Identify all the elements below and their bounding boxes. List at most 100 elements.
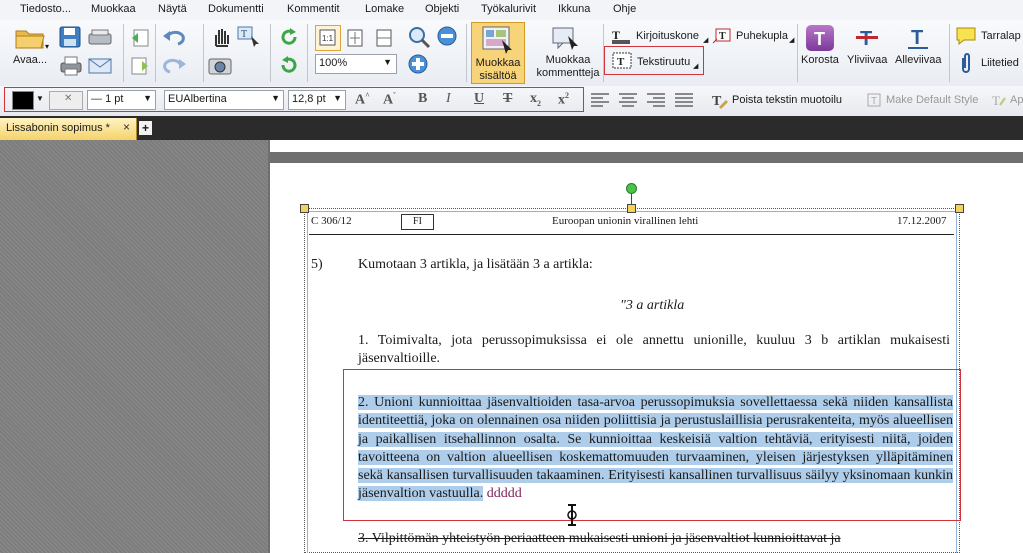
menu-view[interactable]: Näytä bbox=[158, 3, 187, 15]
justify-icon[interactable] bbox=[674, 93, 694, 107]
divider bbox=[466, 24, 467, 82]
paragraph-2[interactable]: 2. Unioni kunnioittaa jäsenvaltioiden ta… bbox=[358, 394, 953, 504]
open-folder-icon[interactable] bbox=[14, 26, 46, 50]
underline-label[interactable]: Alleviivaa bbox=[895, 54, 941, 66]
rotate-handle[interactable] bbox=[626, 183, 637, 194]
scanner-icon[interactable] bbox=[88, 28, 114, 46]
select-text-icon[interactable]: T bbox=[237, 26, 263, 48]
typewriter-label[interactable]: Kirjoituskone bbox=[636, 30, 699, 42]
typewriter-icon[interactable]: T bbox=[610, 27, 632, 45]
align-left-icon[interactable] bbox=[590, 93, 610, 107]
document-tab-bar bbox=[0, 116, 1023, 140]
sticky-note-icon[interactable] bbox=[955, 26, 977, 46]
superscript-icon[interactable]: x2 bbox=[558, 91, 569, 109]
fit-width-icon[interactable] bbox=[373, 27, 395, 49]
chevron-down-icon[interactable]: ▾ bbox=[45, 42, 49, 51]
underline-icon[interactable]: T bbox=[904, 25, 932, 51]
bold-icon[interactable]: B bbox=[418, 91, 427, 107]
divider bbox=[270, 24, 271, 82]
attach-file-label[interactable]: Liitetied bbox=[981, 57, 1019, 69]
highlight-icon[interactable]: T bbox=[806, 25, 834, 51]
fit-page-icon[interactable] bbox=[344, 27, 366, 49]
highlight-label[interactable]: Korosta bbox=[801, 54, 839, 66]
header-rule bbox=[309, 234, 954, 235]
document-tab[interactable]: Lissabonin sopimus * × bbox=[0, 118, 137, 140]
resize-handle[interactable] bbox=[955, 204, 964, 213]
apply-style-label[interactable]: Ap bbox=[1010, 94, 1023, 106]
menu-help[interactable]: Ohje bbox=[613, 3, 636, 15]
zoom-value: 100% bbox=[319, 57, 348, 69]
page-header-date: 17.12.2007 bbox=[897, 215, 947, 227]
divider bbox=[155, 24, 156, 82]
selected-text[interactable]: 2. Unioni kunnioittaa jäsenvaltioiden ta… bbox=[358, 395, 953, 502]
apply-style-icon[interactable]: T bbox=[990, 91, 1008, 109]
menu-toolbars[interactable]: Työkalurivit bbox=[481, 3, 536, 15]
remove-format-label[interactable]: Poista tekstin muotoilu bbox=[732, 94, 842, 106]
font-name-select[interactable]: EUAlbertina ▼ bbox=[164, 90, 284, 110]
make-default-style-label[interactable]: Make Default Style bbox=[886, 94, 978, 106]
resize-handle[interactable] bbox=[300, 204, 309, 213]
line-width-select[interactable]: — 1 pt ▼ bbox=[87, 90, 156, 110]
svg-text:T: T bbox=[617, 56, 625, 68]
document-tab-title: Lissabonin sopimus * bbox=[6, 122, 110, 134]
make-default-style-icon[interactable]: T bbox=[866, 91, 884, 109]
align-center-icon[interactable] bbox=[618, 93, 638, 107]
menu-document[interactable]: Dokumentti bbox=[208, 3, 264, 15]
open-button-label[interactable]: Avaa... bbox=[13, 54, 47, 66]
redo-icon[interactable] bbox=[162, 56, 188, 74]
menu-edit[interactable]: Muokkaa bbox=[91, 3, 136, 15]
subscript-icon[interactable]: x2 bbox=[530, 91, 541, 108]
zoom-select[interactable]: 100% ▼ bbox=[315, 54, 397, 74]
increase-font-size-icon[interactable]: A^ bbox=[355, 91, 370, 109]
remove-format-icon[interactable]: T bbox=[710, 91, 728, 109]
textbox-label[interactable]: Tekstiruutu bbox=[637, 56, 690, 68]
strikethrough-format-icon[interactable]: T bbox=[503, 91, 512, 107]
zoom-in-icon[interactable] bbox=[407, 53, 429, 75]
close-tab-icon[interactable]: × bbox=[123, 120, 130, 134]
divider bbox=[203, 24, 204, 82]
menu-comments[interactable]: Kommentit bbox=[287, 3, 340, 15]
strikeout-label[interactable]: Yliviivaa bbox=[847, 54, 887, 66]
decrease-font-size-icon[interactable]: Aˇ bbox=[383, 91, 396, 109]
italic-icon[interactable]: I bbox=[446, 91, 451, 107]
chevron-down-icon: ▼ bbox=[143, 93, 152, 103]
menu-form[interactable]: Lomake bbox=[365, 3, 404, 15]
add-tab-icon[interactable]: + bbox=[139, 121, 152, 135]
menu-window[interactable]: Ikkuna bbox=[558, 3, 590, 15]
menu-object[interactable]: Objekti bbox=[425, 3, 459, 15]
page-back-icon[interactable] bbox=[130, 28, 150, 48]
edit-comments-label[interactable]: Muokkaa kommentteja bbox=[533, 54, 603, 80]
rotate-clockwise-icon[interactable] bbox=[278, 26, 300, 48]
zoom-in-tool-icon[interactable] bbox=[407, 25, 431, 49]
hand-tool-icon[interactable] bbox=[210, 26, 232, 48]
fill-color-swatch[interactable]: ✕ bbox=[49, 91, 83, 110]
page-header-title: Euroopan unionin virallinen lehti bbox=[552, 215, 699, 227]
edit-content-button[interactable]: Muokkaa sisältöä bbox=[471, 22, 525, 84]
sticky-note-label[interactable]: Tarralap bbox=[981, 30, 1021, 42]
resize-handle[interactable] bbox=[627, 204, 636, 213]
callout-label[interactable]: Puhekupla bbox=[736, 30, 788, 42]
save-icon[interactable] bbox=[59, 26, 81, 48]
menu-file[interactable]: Tiedosto... bbox=[20, 3, 71, 15]
undo-icon[interactable] bbox=[162, 28, 188, 46]
divider bbox=[949, 24, 950, 82]
chevron-down-icon[interactable]: ▼ bbox=[36, 94, 44, 103]
zoom-out-icon[interactable] bbox=[436, 25, 458, 47]
font-size-select[interactable]: 12,8 pt ▼ bbox=[288, 90, 346, 110]
line-width-value: 1 pt bbox=[105, 93, 124, 105]
actual-size-icon[interactable]: 1:1 bbox=[315, 25, 341, 51]
underline-format-icon[interactable]: U bbox=[474, 91, 484, 107]
strikeout-icon[interactable]: T bbox=[853, 25, 881, 51]
edit-comments-icon[interactable] bbox=[550, 26, 580, 52]
page-forward-icon[interactable] bbox=[130, 56, 150, 76]
chevron-down-icon: ▼ bbox=[333, 93, 342, 103]
email-icon[interactable] bbox=[88, 57, 112, 75]
print-icon[interactable] bbox=[59, 56, 83, 76]
callout-icon[interactable]: T bbox=[712, 27, 732, 45]
align-right-icon[interactable] bbox=[646, 93, 666, 107]
text-color-swatch[interactable] bbox=[12, 91, 34, 110]
rotate-counterclockwise-icon[interactable] bbox=[278, 54, 300, 76]
snapshot-icon[interactable] bbox=[208, 56, 234, 76]
textbox-icon[interactable]: T bbox=[612, 52, 634, 70]
paperclip-icon[interactable] bbox=[959, 52, 973, 74]
